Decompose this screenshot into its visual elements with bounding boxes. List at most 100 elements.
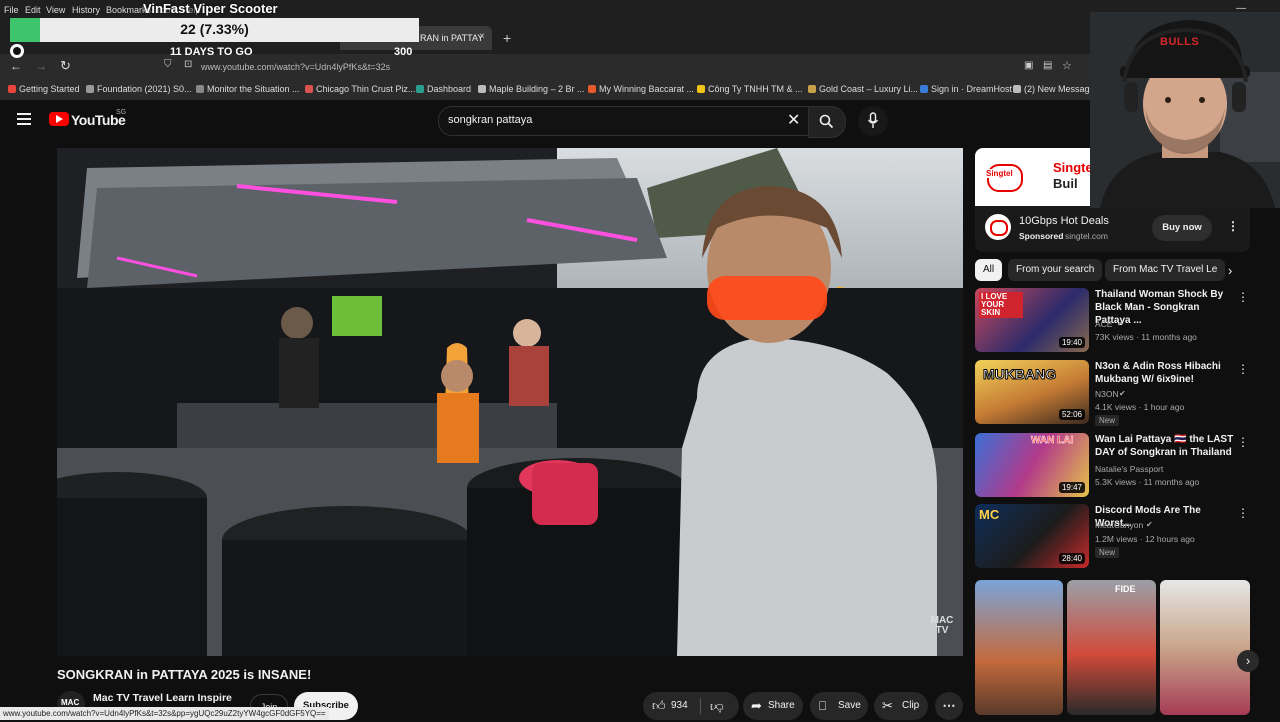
- dislike-button[interactable]: 👍︎: [705, 692, 737, 720]
- bookmark-item[interactable]: Sign in · DreamHost: [920, 84, 1012, 94]
- url-field[interactable]: www.youtube.com/watch?v=Udn4lyPfKs&t=32s: [201, 62, 390, 72]
- back-icon[interactable]: ←: [10, 59, 22, 73]
- recommendation-more-icon[interactable]: ⋮: [1237, 362, 1249, 376]
- verified-icon: ✔: [1119, 389, 1126, 398]
- tab-close-icon[interactable]: ×: [479, 31, 485, 42]
- bookmark-item[interactable]: My Winning Baccarat ...: [588, 84, 694, 94]
- voice-search-button[interactable]: [858, 106, 888, 136]
- menu-edit[interactable]: Edit: [25, 5, 41, 15]
- goal-target: 300: [394, 46, 413, 58]
- save-button[interactable]: ⎕ Save: [810, 692, 868, 720]
- reload-icon[interactable]: ↻: [60, 58, 71, 74]
- reader-icon[interactable]: ▤: [1043, 60, 1052, 71]
- search-icon: [819, 114, 834, 129]
- bookmark-item[interactable]: Chicago Thin Crust Piz...: [305, 84, 415, 94]
- recommendation-item[interactable]: MUKBANG 52:06 N3on & Adin Ross Hibachi M…: [975, 360, 1255, 426]
- tab-label: RAN in PATTAY: [420, 33, 484, 43]
- recommendation-more-icon[interactable]: ⋮: [1237, 506, 1249, 520]
- menu-history[interactable]: History: [72, 5, 100, 15]
- bookmarks-bar: Getting Started Foundation (2021) S0... Mo…: [0, 80, 1280, 101]
- recommendation-channel[interactable]: MeatCanyon: [1095, 520, 1143, 530]
- goal-logo-icon: [10, 44, 24, 58]
- search-button[interactable]: [808, 106, 846, 138]
- short-thumbnail[interactable]: [1160, 580, 1250, 715]
- new-tab-icon[interactable]: +: [503, 30, 511, 46]
- youtube-logo-icon[interactable]: [49, 112, 69, 126]
- menu-file[interactable]: File: [4, 5, 19, 15]
- verified-icon: ✔: [1117, 319, 1124, 328]
- forward-icon[interactable]: →: [35, 59, 47, 73]
- goal-progress-bar: 22 (7.33%): [10, 18, 419, 42]
- bookmark-item[interactable]: Dashboard: [416, 84, 471, 94]
- recommendation-channel[interactable]: N3ON: [1095, 389, 1119, 399]
- bookmark-item[interactable]: Getting Started: [8, 84, 80, 94]
- bookmark-favicon-icon: [86, 85, 94, 93]
- clip-button[interactable]: ✂ Clip: [874, 692, 928, 720]
- microphone-icon: [867, 112, 879, 128]
- video-thumbnail[interactable]: WAN LAI 19:47: [975, 433, 1089, 497]
- recommendation-more-icon[interactable]: ⋮: [1237, 290, 1249, 304]
- menu-view[interactable]: View: [46, 5, 65, 15]
- bookmark-star-icon[interactable]: ☆: [1062, 59, 1072, 72]
- bookmark-item[interactable]: Monitor the Situation ...: [196, 84, 300, 94]
- search-input[interactable]: songkran pattaya: [448, 114, 532, 126]
- lock-icon[interactable]: ⊡: [184, 59, 192, 70]
- video-watermark: MAC TV: [930, 615, 954, 636]
- chip-from-your-search[interactable]: From your search: [1008, 259, 1103, 281]
- chip-all[interactable]: All: [975, 259, 1003, 281]
- recommendation-title[interactable]: Wan Lai Pattaya 🇹🇭 the LAST DAY of Songk…: [1095, 433, 1235, 459]
- ad-info-card[interactable]: 10Gbps Hot Deals Sponsored singtel.com B…: [975, 206, 1250, 252]
- region-code: SG: [116, 109, 127, 116]
- search-box[interactable]: songkran pattaya ✕: [438, 106, 810, 136]
- bookmark-item[interactable]: Foundation (2021) S0...: [86, 84, 192, 94]
- clip-label: Clip: [902, 700, 920, 711]
- cap-logo-text: BULLS: [1160, 36, 1200, 48]
- recommendation-more-icon[interactable]: ⋮: [1237, 435, 1249, 449]
- channel-avatar-text: MAC: [61, 698, 80, 707]
- chip-from-channel[interactable]: From Mac TV Travel Le: [1105, 259, 1225, 281]
- shorts-next-icon[interactable]: ›: [1237, 650, 1259, 672]
- share-button[interactable]: ➦ Share: [743, 692, 803, 720]
- channel-name[interactable]: Mac TV Travel Learn Inspire: [93, 692, 232, 704]
- clear-search-icon[interactable]: ✕: [787, 110, 800, 130]
- bookmark-favicon-icon: [808, 85, 816, 93]
- bookmark-item[interactable]: Maple Building – 2 Br ...: [478, 84, 585, 94]
- short-thumbnail[interactable]: [975, 580, 1063, 715]
- more-actions-button[interactable]: ⋯: [935, 692, 963, 720]
- short-thumbnail[interactable]: FIDE: [1067, 580, 1156, 715]
- video-thumbnail[interactable]: I LOVE YOUR SKIN 19:40: [975, 288, 1089, 352]
- shield-icon[interactable]: ⛉: [164, 59, 172, 70]
- bookmark-item[interactable]: Công Ty TNHH TM & ...: [697, 84, 803, 94]
- recommendation-channel[interactable]: ACE: [1095, 319, 1112, 329]
- recommendation-item[interactable]: WAN LAI 19:47 Wan Lai Pattaya 🇹🇭 the LAS…: [975, 433, 1255, 497]
- bookmark-label: Chicago Thin Crust Piz...: [316, 84, 416, 94]
- ad-cta-button[interactable]: Buy now: [1152, 215, 1212, 241]
- video-player[interactable]: MAC TV: [57, 148, 963, 656]
- hamburger-menu-icon[interactable]: [17, 113, 31, 125]
- recommendation-title[interactable]: N3on & Adin Ross Hibachi Mukbang W/ 6ix9…: [1095, 360, 1235, 386]
- bookmark-favicon-icon: [478, 85, 486, 93]
- chips-next-icon[interactable]: ›: [1228, 263, 1232, 278]
- video-duration: 19:40: [1058, 337, 1085, 348]
- webcam-overlay: BULLS: [1090, 12, 1280, 208]
- translate-icon[interactable]: ▣: [1024, 60, 1033, 71]
- goal-days-remaining: 11 DAYS TO GO: [170, 46, 253, 58]
- share-icon: ➦: [751, 698, 762, 713]
- recommendation-title[interactable]: Thailand Woman Shock By Black Man - Song…: [1095, 288, 1235, 327]
- recommendation-item[interactable]: I LOVE YOUR SKIN 19:40 Thailand Woman Sh…: [975, 288, 1255, 352]
- recommendation-item[interactable]: MC 28:40 Discord Mods Are The Worst... M…: [975, 504, 1255, 568]
- bookmark-label: Maple Building – 2 Br ...: [489, 84, 585, 94]
- bookmark-item[interactable]: Gold Coast – Luxury Li...: [808, 84, 918, 94]
- like-button[interactable]: 👍︎ 934: [643, 692, 698, 720]
- video-title: SONGKRAN in PATTAYA 2025 is INSANE!: [57, 667, 312, 682]
- bookmark-item[interactable]: (2) New Message!: [1013, 84, 1097, 94]
- new-badge: New: [1095, 547, 1120, 558]
- ad-more-icon[interactable]: ⋮: [1227, 219, 1239, 233]
- thumbnail-text: MC: [979, 507, 1000, 522]
- recommendation-channel[interactable]: Natalie's Passport: [1095, 464, 1163, 474]
- video-thumbnail[interactable]: MUKBANG 52:06: [975, 360, 1089, 424]
- more-icon: ⋯: [942, 698, 956, 713]
- video-thumbnail[interactable]: MC 28:40: [975, 504, 1089, 568]
- recommendation-meta: 4.1K views · 1 hour ago: [1095, 402, 1185, 412]
- video-duration: 28:40: [1058, 553, 1085, 564]
